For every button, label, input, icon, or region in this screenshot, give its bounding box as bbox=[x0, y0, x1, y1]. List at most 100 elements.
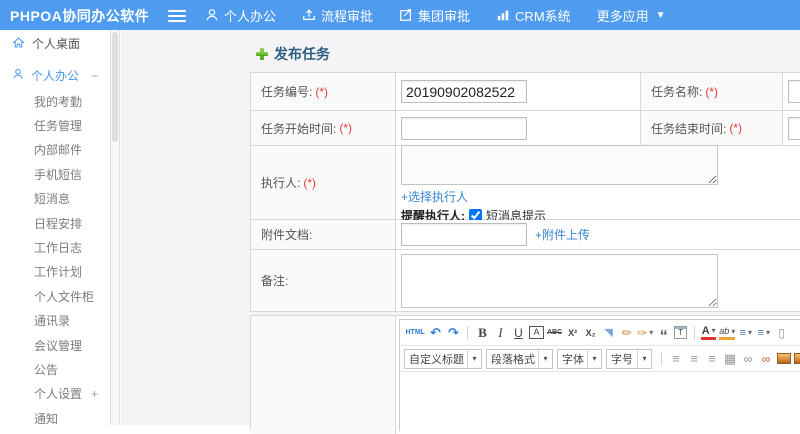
blockquote-button[interactable]: “ bbox=[656, 324, 671, 342]
content-label-cell bbox=[251, 316, 396, 434]
menu-toggle-icon[interactable] bbox=[168, 7, 186, 23]
color-spray-button[interactable]: ✑ bbox=[637, 324, 653, 342]
rich-text-editor: HTML↶↷BIUAABCX²X₂◥✏✑“TAab≡≡▯ 自定义标题▾段落格式▾… bbox=[399, 319, 800, 431]
sidebar-item-9[interactable]: 工作计划 bbox=[0, 260, 110, 284]
sidebar-item-label: 我的考勤 bbox=[34, 93, 82, 110]
sidebar-item-0[interactable]: 个人桌面 bbox=[0, 30, 110, 57]
attachment-input[interactable] bbox=[401, 223, 527, 246]
app-logo: PHPOA协同办公软件 bbox=[10, 6, 149, 26]
publish-task-form: 任务编号:(*) 任务名称:(*) 任务开始时间:(*) 任务结束时间:(*) … bbox=[250, 72, 800, 312]
sidebar-item-15[interactable]: 通知 bbox=[0, 406, 110, 430]
sidebar-menu: 个人桌面个人办公− 我的考勤任务管理内部邮件手机短信短消息日程安排工作日志工作计划… bbox=[0, 30, 110, 425]
editor-toolbar-row2: 自定义标题▾段落格式▾字体▾字号▾≡≡≡▦∞∞ bbox=[400, 346, 800, 372]
custom-style-select[interactable]: 自定义标题▾ bbox=[404, 349, 482, 369]
image-button[interactable] bbox=[777, 353, 791, 364]
sidebar-item-2[interactable]: 我的考勤 bbox=[0, 89, 110, 113]
start-time-input[interactable] bbox=[401, 117, 527, 140]
sidebar-item-14[interactable]: 个人设置+ bbox=[0, 382, 110, 406]
underline-button[interactable]: U bbox=[511, 324, 526, 342]
nav-personal-office[interactable]: 个人办公 bbox=[205, 6, 276, 25]
unordered-list-button[interactable]: ≡ bbox=[756, 324, 771, 342]
nav-crm-system[interactable]: CRM系统 bbox=[496, 6, 571, 25]
caret-down-icon: ▼ bbox=[656, 10, 666, 21]
link-button[interactable]: ∞ bbox=[741, 350, 756, 368]
font-color-button[interactable]: A bbox=[701, 326, 716, 340]
sidebar-item-10[interactable]: 个人文件柜 bbox=[0, 284, 110, 308]
select-executor-link[interactable]: +选择执行人 bbox=[401, 188, 800, 205]
top-navigation-bar: PHPOA协同办公软件 个人办公 流程审批 集团审批 CRM系统 bbox=[0, 0, 800, 30]
attachment-upload-link[interactable]: +附件上传 bbox=[535, 226, 590, 243]
remark-textarea[interactable] bbox=[401, 254, 718, 308]
home-icon bbox=[12, 36, 25, 52]
start-time-label: 任务开始时间:(*) bbox=[251, 111, 396, 146]
highlight-color-button[interactable]: ab bbox=[719, 326, 735, 340]
sidebar-item-label: 手机短信 bbox=[34, 166, 82, 183]
editor-toolbar-row1: HTML↶↷BIUAABCX²X₂◥✏✑“TAab≡≡▯ bbox=[400, 320, 800, 346]
nav-group-approval[interactable]: 集团审批 bbox=[399, 6, 470, 25]
insert-image-button[interactable] bbox=[794, 353, 800, 364]
bold-button[interactable]: B bbox=[475, 324, 490, 342]
format-painter-button[interactable]: ✏ bbox=[619, 324, 634, 342]
sidebar-item-13[interactable]: 公告 bbox=[0, 357, 110, 381]
eraser-button[interactable]: ◥ bbox=[601, 324, 616, 342]
sidebar-item-8[interactable]: 工作日志 bbox=[0, 235, 110, 259]
sidebar-item-label: 日程安排 bbox=[34, 215, 82, 232]
task-name-label: 任务名称:(*) bbox=[641, 73, 783, 111]
source-code-button[interactable]: HTML bbox=[406, 324, 425, 342]
chevron-down-icon: ▾ bbox=[467, 350, 481, 368]
collapse-icon[interactable]: − bbox=[91, 69, 98, 83]
sidebar-item-11[interactable]: 通讯录 bbox=[0, 309, 110, 333]
sidebar-item-3[interactable]: 任务管理 bbox=[0, 113, 110, 137]
sidebar-item-label: 通讯录 bbox=[34, 312, 70, 329]
chevron-down-icon: ▾ bbox=[637, 350, 651, 368]
sidebar-item-12[interactable]: 会议管理 bbox=[0, 333, 110, 357]
group-approval-icon bbox=[399, 8, 413, 22]
scrollbar-thumb[interactable] bbox=[112, 32, 118, 142]
task-number-input[interactable] bbox=[401, 80, 527, 103]
sidebar-item-7[interactable]: 日程安排 bbox=[0, 211, 110, 235]
italic-button[interactable]: I bbox=[493, 324, 508, 342]
nav-process-approval[interactable]: 流程审批 bbox=[302, 6, 373, 25]
approval-flow-icon bbox=[302, 8, 316, 22]
new-page-button[interactable]: ▯ bbox=[774, 324, 789, 342]
align-right-button[interactable]: ≡ bbox=[705, 350, 720, 368]
sidebar-item-label: 工作日志 bbox=[34, 239, 82, 256]
subscript-button[interactable]: X₂ bbox=[583, 324, 598, 342]
font-box-button[interactable]: A bbox=[529, 326, 544, 339]
font-family-select[interactable]: 字体▾ bbox=[557, 349, 602, 369]
sidebar-item-6[interactable]: 短消息 bbox=[0, 187, 110, 211]
paragraph-format-select[interactable]: 段落格式▾ bbox=[486, 349, 553, 369]
align-center-button[interactable]: ≡ bbox=[687, 350, 702, 368]
executor-textarea[interactable] bbox=[401, 145, 718, 185]
align-justify-button[interactable]: ▦ bbox=[723, 350, 738, 368]
expand-icon[interactable]: + bbox=[91, 387, 98, 401]
font-size-select-value: 字号 bbox=[611, 351, 633, 367]
unlink-button[interactable]: ∞ bbox=[759, 350, 774, 368]
align-left-button[interactable]: ≡ bbox=[669, 350, 684, 368]
task-name-input[interactable] bbox=[788, 80, 800, 103]
task-number-label: 任务编号:(*) bbox=[251, 73, 396, 111]
sidebar-item-4[interactable]: 内部邮件 bbox=[0, 138, 110, 162]
paste-from-word-button[interactable]: T bbox=[674, 326, 687, 339]
font-size-select[interactable]: 字号▾ bbox=[606, 349, 652, 369]
editor-content-area[interactable] bbox=[400, 372, 800, 431]
sidebar-item-label: 个人文件柜 bbox=[34, 288, 94, 305]
undo-button[interactable]: ↶ bbox=[428, 324, 443, 342]
task-content-row: HTML↶↷BIUAABCX²X₂◥✏✑“TAab≡≡▯ 自定义标题▾段落格式▾… bbox=[250, 315, 800, 430]
sidebar-scrollbar[interactable] bbox=[110, 30, 120, 425]
sidebar-item-1[interactable]: 个人办公− bbox=[0, 62, 110, 89]
nav-more-apps[interactable]: 更多应用 ▼ bbox=[597, 6, 666, 25]
ordered-list-button[interactable]: ≡ bbox=[738, 324, 753, 342]
sidebar-item-5[interactable]: 手机短信 bbox=[0, 162, 110, 186]
person-icon bbox=[205, 8, 219, 22]
toolbar-separator bbox=[661, 352, 662, 366]
sidebar-item-label: 任务管理 bbox=[34, 117, 82, 134]
superscript-button[interactable]: X² bbox=[565, 324, 580, 342]
top-nav-menu: 个人办公 流程审批 集团审批 CRM系统 更多应用 ▼ bbox=[205, 0, 666, 30]
sidebar-item-label: 内部邮件 bbox=[34, 141, 82, 158]
sidebar-item-label: 公告 bbox=[34, 361, 58, 378]
strikethrough-button[interactable]: ABC bbox=[547, 324, 562, 342]
redo-button[interactable]: ↷ bbox=[446, 324, 461, 342]
end-time-input[interactable] bbox=[788, 117, 800, 140]
page-title: 发布任务 bbox=[256, 44, 330, 64]
